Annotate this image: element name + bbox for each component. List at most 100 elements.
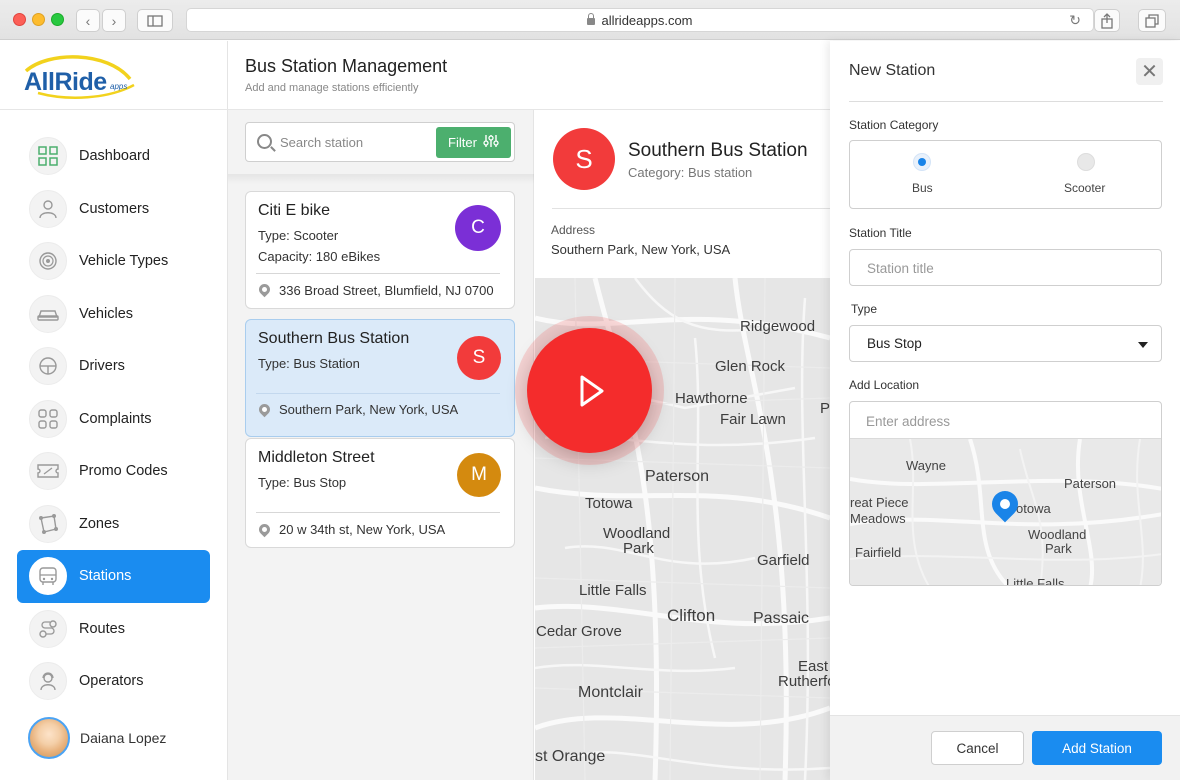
sidebar-item-dashboard[interactable]: Dashboard: [17, 130, 210, 183]
minimap-label: Wayne: [906, 458, 946, 473]
steering-wheel-icon: [29, 347, 67, 386]
zones-icon: [29, 504, 67, 543]
detail-category: Category: Bus station: [628, 165, 753, 180]
minimap-label: Meadows: [850, 511, 906, 526]
map-label: Clifton: [667, 606, 716, 625]
chevron-left-icon: ‹: [85, 12, 91, 29]
url-text: allrideapps.com: [601, 12, 693, 28]
chevron-right-icon: ›: [111, 12, 117, 29]
page-header: Bus Station Management Add and manage st…: [228, 41, 830, 110]
operator-icon: [29, 662, 67, 701]
close-panel-button[interactable]: ✕: [1136, 58, 1163, 85]
panel-divider: [849, 101, 1163, 102]
radio-scooter-label: Scooter: [1064, 181, 1106, 195]
search-input[interactable]: [280, 131, 430, 153]
minimize-window-button[interactable]: [32, 13, 45, 26]
sidebar-item-vehicles[interactable]: Vehicles: [17, 288, 210, 341]
forward-button[interactable]: ›: [102, 9, 126, 32]
address-label: Address: [551, 223, 596, 237]
card-divider: [256, 393, 500, 394]
sidebar-item-label: Stations: [79, 568, 132, 585]
sidebar-item-routes[interactable]: Routes: [17, 603, 210, 656]
new-station-panel: New Station ✕ Station Category Bus Scoot…: [830, 41, 1180, 780]
location-pin-icon: [256, 521, 273, 538]
sidebar-item-label: Routes: [79, 620, 125, 637]
type-label: Type: [851, 302, 878, 316]
search-box: Filter: [245, 122, 515, 162]
filter-button[interactable]: Filter: [436, 127, 511, 158]
user-icon: [29, 189, 67, 228]
map-label: Passaic: [753, 610, 810, 627]
station-address: Southern Park, New York, USA: [279, 402, 459, 417]
logo-text: AllRide: [24, 68, 107, 96]
reload-icon[interactable]: ↻: [1069, 12, 1081, 29]
wheel-icon: [29, 242, 67, 281]
radio-scooter[interactable]: [1077, 153, 1095, 171]
add-station-button[interactable]: Add Station: [1032, 731, 1162, 765]
complaints-icon: [29, 399, 67, 438]
sidebar-item-customers[interactable]: Customers: [17, 183, 210, 236]
address-bar[interactable]: allrideapps.com ↻: [186, 8, 1094, 32]
browser-toolbar: ‹ › allrideapps.com ↻: [0, 0, 1180, 40]
station-card-middleton-street[interactable]: Middleton Street Type: Bus Stop M 20 w 3…: [245, 438, 515, 548]
sidebar-divider: [0, 109, 228, 110]
location-minimap[interactable]: Wayne Paterson reat Piece Meadows otowa …: [850, 438, 1161, 586]
panel-footer: Cancel Add Station: [830, 715, 1180, 780]
logo-sub-text: apps: [110, 82, 128, 91]
sidebar-item-label: Drivers: [79, 358, 125, 375]
tabs-button[interactable]: [1138, 9, 1166, 32]
sidebar-item-label: Customers: [79, 200, 150, 217]
address-input[interactable]: [866, 411, 1146, 431]
close-window-button[interactable]: [13, 13, 26, 26]
sidebar-nav: Dashboard Customers Vehicle Types Vehicl…: [17, 130, 210, 708]
sidebar-item-stations[interactable]: Stations: [17, 550, 210, 603]
minimap-label: Paterson: [1064, 476, 1117, 491]
type-select[interactable]: Bus Stop: [849, 325, 1162, 362]
list-divider: [228, 174, 534, 184]
station-card-southern-bus-station[interactable]: Southern Bus Station Type: Bus Station S…: [245, 319, 515, 437]
video-play-button[interactable]: [527, 328, 652, 453]
station-title: Southern Bus Station: [258, 330, 410, 347]
sidebar-item-drivers[interactable]: Drivers: [17, 340, 210, 393]
map-label: Park: [623, 540, 654, 557]
sidebar: AllRide apps Dashboard Customers Vehicle…: [0, 41, 228, 780]
station-card-citi-e-bike[interactable]: Citi E bike Type: Scooter Capacity: 180 …: [245, 191, 515, 309]
station-title-input[interactable]: [867, 258, 1147, 278]
sidebar-item-complaints[interactable]: Complaints: [17, 393, 210, 446]
user-profile[interactable]: Daiana Lopez: [28, 717, 166, 759]
page-subtitle: Add and manage stations efficiently: [245, 82, 419, 94]
detail-divider: [552, 208, 830, 209]
route-icon: [29, 609, 67, 648]
detail-title: Southern Bus Station: [628, 140, 808, 161]
map-label: Paterson: [645, 468, 710, 485]
map-label: Rutherfo: [778, 673, 830, 690]
map-label: Ridgewood: [740, 318, 816, 335]
filter-label: Filter: [448, 135, 477, 150]
station-title: Middleton Street: [258, 449, 375, 466]
back-button[interactable]: ‹: [76, 9, 100, 32]
ticket-icon: [29, 452, 67, 491]
radio-bus[interactable]: [913, 153, 931, 171]
card-divider: [256, 273, 500, 274]
map-label: Montclair: [578, 684, 643, 701]
sidebar-item-label: Zones: [79, 515, 120, 532]
minimap-label: otowa: [1016, 501, 1051, 516]
detail-badge: S: [553, 128, 615, 190]
sidebar-item-operators[interactable]: Operators: [17, 655, 210, 708]
cancel-button[interactable]: Cancel: [931, 731, 1024, 765]
station-badge: S: [457, 336, 501, 380]
minimap-label: reat Piece: [850, 495, 909, 510]
sidebar-item-vehicle-types[interactable]: Vehicle Types: [17, 235, 210, 288]
maximize-window-button[interactable]: [51, 13, 64, 26]
allride-logo[interactable]: AllRide apps: [18, 53, 138, 99]
station-title: Citi E bike: [258, 202, 331, 219]
sidebar-item-label: Dashboard: [79, 148, 150, 165]
share-button[interactable]: [1094, 9, 1120, 32]
sidebar-toggle-button[interactable]: [137, 9, 173, 32]
sidebar-item-promo-codes[interactable]: Promo Codes: [17, 445, 210, 498]
location-box: Wayne Paterson reat Piece Meadows otowa …: [849, 401, 1162, 586]
dashboard-icon: [29, 137, 67, 176]
sidebar-item-zones[interactable]: Zones: [17, 498, 210, 551]
minimap-label: Little Falls: [1006, 576, 1065, 586]
station-badge: M: [457, 453, 501, 497]
